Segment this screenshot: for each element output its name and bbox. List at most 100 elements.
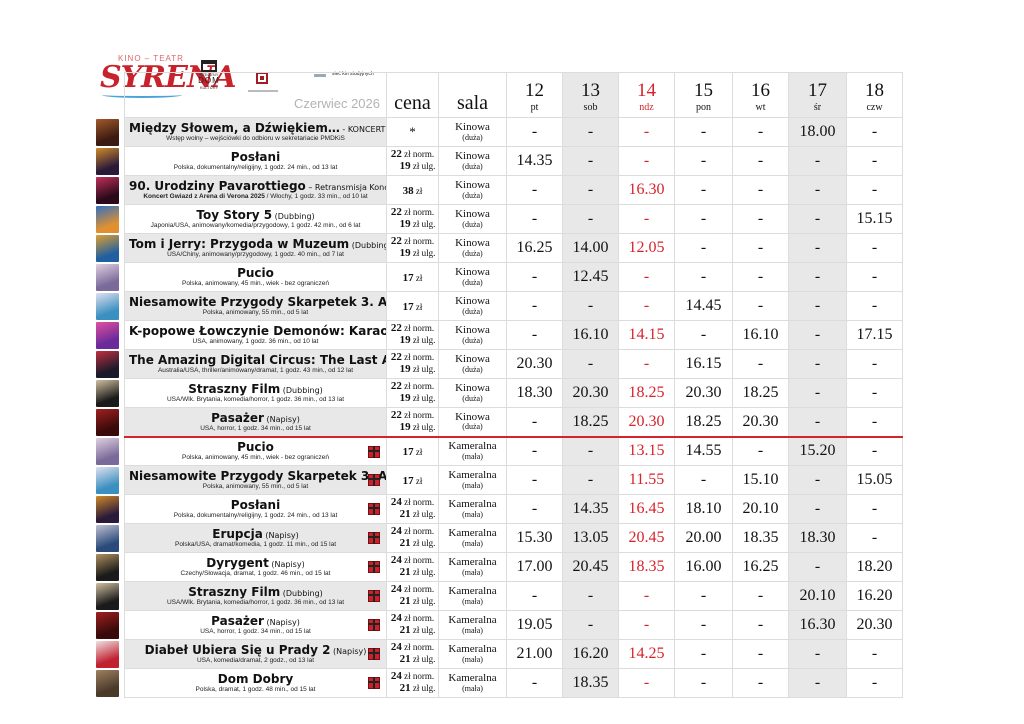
- price-unit: zł: [413, 185, 423, 196]
- film-title-suffix: (Napisy): [330, 646, 367, 656]
- film-title-suffix: (Dubbing): [351, 240, 386, 250]
- film-title: Tom i Jerry: Przygoda w Muzeum (Dubbing): [129, 236, 386, 251]
- day-number: 18: [865, 79, 884, 101]
- showtime-cell: -: [674, 117, 733, 147]
- showtime-cell: -: [506, 668, 563, 698]
- table-row: Pasażer (Napisy) USA, horror, 1 godz. 34 …: [124, 407, 903, 437]
- showtime-cell: -: [788, 146, 847, 176]
- film-poster-image: [96, 321, 119, 349]
- film-title: Dom Dobry: [129, 673, 382, 685]
- film-title-text: Dom Dobry: [217, 671, 294, 686]
- price-reduced-unit: zł ulg.: [410, 509, 436, 519]
- hall-size: (mała): [462, 538, 483, 548]
- price-normal: 24 zł norm.: [388, 671, 438, 683]
- film-title-cell: Dyrygent (Napisy) Czechy/Słowacja, dramat…: [124, 552, 387, 582]
- showtime-cell: 18.30: [788, 523, 847, 553]
- showtime-cell: 16.30: [618, 175, 675, 205]
- hall-size: (duża): [462, 219, 483, 229]
- price-normal-unit: zł norm.: [401, 555, 435, 566]
- film-info-text: USA/Wlk. Brytania, komedia/horror, 1 god…: [166, 395, 345, 403]
- film-info: Japonia/USA, animowany/komedia/przygodow…: [129, 221, 382, 230]
- film-title-text: Między Słowem, a Dźwiękiem…: [129, 120, 340, 135]
- film-title-text: Tom i Jerry: Przygoda w Muzeum: [129, 236, 350, 251]
- hall-size: (duża): [462, 190, 483, 200]
- gift-icon: [368, 503, 380, 515]
- showtime-cell: -: [562, 204, 619, 234]
- hall-size: (mała): [462, 567, 483, 577]
- day-number: 15: [694, 79, 713, 101]
- film-info: Polska/USA, dramat/komedia, 1 godz. 11 m…: [129, 541, 382, 549]
- showtime-cell: 20.10: [732, 494, 789, 524]
- film-title-cell: Dom Dobry Polska, dramat, 1 godz. 48 min.…: [124, 668, 387, 698]
- showtime-cell: -: [732, 639, 789, 669]
- film-title-text: The Amazing Digital Circus: The Last Act: [129, 352, 387, 367]
- film-info: Koncert Gwiazd z Arena di Verona 2025 / …: [129, 193, 382, 201]
- showtime-cell: -: [788, 233, 847, 263]
- film-info-text: Polska, animowany, 55 min., od 5 lat: [202, 308, 309, 316]
- film-poster-image: [96, 640, 119, 668]
- showtime-cell: -: [788, 552, 847, 582]
- showtime-cell: -: [506, 581, 563, 611]
- day-name: ndz: [639, 101, 654, 113]
- showtime-cell: -: [562, 291, 619, 321]
- showtime-cell: 18.35: [562, 668, 619, 698]
- film-title-text: Pucio: [237, 265, 274, 280]
- price-normal-value: 22: [390, 409, 402, 422]
- hall-cell: Kinowa (duża): [438, 349, 507, 379]
- price-single: 38 zł: [403, 185, 423, 197]
- hall-size: (mała): [462, 480, 483, 490]
- showtime-cell: -: [788, 349, 847, 379]
- hall-cell: Kameralna (mała): [438, 639, 507, 669]
- film-title-text: Straszny Film: [188, 584, 281, 599]
- price-normal: 22 zł norm.: [388, 236, 438, 248]
- price-normal-value: 24: [390, 583, 402, 596]
- hall-size: (mała): [462, 625, 483, 635]
- table-row: Toy Story 5 (Dubbing) Japonia/USA, animow…: [124, 204, 903, 234]
- film-title-suffix: (Napisy): [263, 617, 300, 627]
- showtime-cell: -: [618, 668, 675, 698]
- price-reduced: 19 zł ulg.: [388, 247, 438, 260]
- price-cell: 22 zł norm. 19 zł ulg.: [386, 320, 439, 350]
- table-row: Pucio Polska, animowany, 45 min., wiek - …: [124, 262, 903, 292]
- price-reduced-unit: zł ulg.: [410, 625, 436, 635]
- showtime-cell: -: [674, 581, 733, 611]
- gift-icon: [368, 648, 380, 660]
- film-info: Wstęp wolny – wejściówki do odbioru w se…: [129, 135, 382, 143]
- showtime-cell: 20.45: [618, 523, 675, 553]
- price-normal: 24 zł norm.: [388, 526, 438, 538]
- showtime-cell: -: [846, 175, 903, 205]
- film-title-wrap: Niesamowite Przygody Skarpetek 3. Ale Ko…: [129, 293, 386, 320]
- showtime-cell: 20.45: [562, 552, 619, 582]
- price-reduced: 19 zł ulg.: [388, 160, 438, 173]
- showtime-cell: 13.15: [618, 435, 675, 466]
- price-normal: 22 zł norm.: [388, 323, 438, 335]
- showtime-cell: 12.05: [618, 233, 675, 263]
- film-title-cell: Posłani Polska, dokumentalny/religijny, 1…: [124, 494, 387, 524]
- showtime-cell: -: [732, 146, 789, 176]
- film-title-suffix: – Retransmisja Koncertu: [308, 182, 385, 192]
- price-normal: 22 zł norm.: [388, 206, 438, 219]
- gift-icon: [368, 619, 380, 631]
- showtime-cell: 18.35: [732, 523, 789, 553]
- price-normal-unit: zł norm.: [401, 149, 435, 160]
- showtime-cell: -: [788, 639, 847, 669]
- price-reduced-value: 21: [399, 624, 411, 636]
- film-info-text: Japonia/USA, animowany/komedia/przygodow…: [150, 221, 361, 229]
- showtime-cell: -: [506, 117, 563, 147]
- showtime-cell: 20.30: [846, 610, 903, 640]
- film-title-cell: The Amazing Digital Circus: The Last Act…: [124, 349, 387, 379]
- film-poster-image: [96, 553, 119, 581]
- showtime-cell: 20.30: [506, 349, 563, 379]
- price-single: 17 zł: [403, 272, 423, 284]
- day-name: śr: [813, 101, 822, 113]
- showtime-cell: -: [732, 349, 789, 379]
- showtime-cell: -: [732, 291, 789, 321]
- film-title-suffix: (Napisy): [263, 414, 300, 424]
- hall-cell: Kinowa (duża): [438, 233, 507, 263]
- price-reduced-value: 21: [399, 537, 411, 549]
- gift-icon: [368, 445, 380, 458]
- price-normal-value: 22: [390, 206, 402, 219]
- film-poster-image: [96, 118, 119, 146]
- showtime-cell: 20.00: [674, 523, 733, 553]
- showtime-cell: -: [618, 117, 675, 147]
